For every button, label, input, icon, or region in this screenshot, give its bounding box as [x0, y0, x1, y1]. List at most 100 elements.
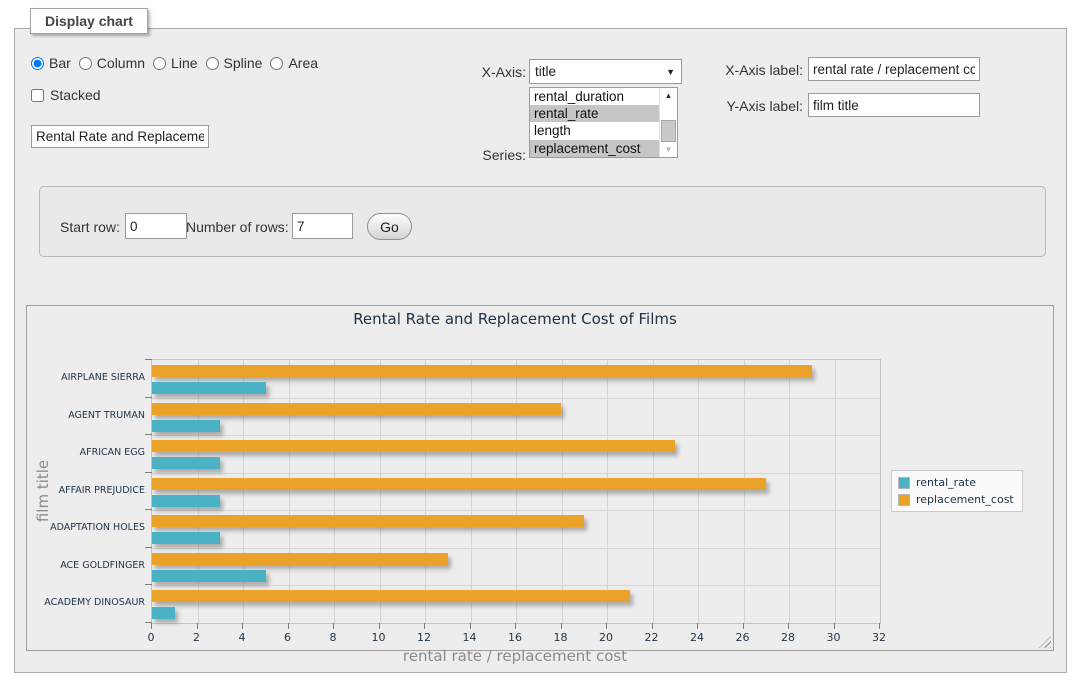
category-label: ACE GOLDFINGER	[31, 560, 145, 572]
row-controls-panel: Start row: Number of rows: Go	[39, 186, 1046, 257]
x-tick-label: 30	[812, 631, 856, 644]
category-label: AGENT TRUMAN	[31, 410, 145, 422]
chart-type-bar[interactable]: Bar	[31, 55, 71, 71]
series-option-replacement_cost[interactable]: replacement_cost	[530, 140, 659, 157]
xaxis-label-input[interactable]	[808, 57, 980, 81]
dropdown-arrow-icon: ▼	[666, 67, 675, 77]
chart-type-column[interactable]: Column	[79, 55, 145, 71]
gridline	[152, 585, 880, 586]
y-tick-mark	[145, 434, 152, 435]
x-tick-label: 24	[675, 631, 719, 644]
go-button[interactable]: Go	[367, 213, 412, 240]
chart-type-radio-column[interactable]	[79, 57, 92, 70]
category-label: ACADEMY DINOSAUR	[31, 597, 145, 609]
chart-type-radio-spline[interactable]	[206, 57, 219, 70]
gridline	[789, 360, 790, 623]
bar-rental-rate	[152, 607, 175, 619]
x-tick-mark	[743, 623, 744, 629]
chart-legend: rental_ratereplacement_cost	[891, 470, 1023, 512]
gridline	[562, 360, 563, 623]
scroll-up-icon[interactable]: ▲	[660, 88, 677, 103]
chart-title: Rental Rate and Replacement Cost of Film…	[151, 310, 879, 328]
chart-type-radio-line[interactable]	[153, 57, 166, 70]
chart-type-label: Column	[97, 55, 145, 71]
xaxis-select[interactable]: title ▼	[529, 59, 682, 84]
y-tick-mark	[145, 397, 152, 398]
gridline	[380, 360, 381, 623]
xaxis-select-value: title	[535, 64, 556, 79]
gridline	[152, 473, 880, 474]
chart-type-radio-area[interactable]	[270, 57, 283, 70]
gridline	[243, 360, 244, 623]
x-tick-label: 4	[220, 631, 264, 644]
gridline	[198, 360, 199, 623]
bar-replacement-cost	[152, 515, 584, 527]
bar-rental-rate	[152, 382, 266, 394]
gridline	[744, 360, 745, 623]
bar-replacement-cost	[152, 478, 766, 490]
bar-rental-rate	[152, 457, 220, 469]
gridline	[334, 360, 335, 623]
category-label: AFRICAN EGG	[31, 447, 145, 459]
x-tick-label: 26	[721, 631, 765, 644]
chart-type-spline[interactable]: Spline	[206, 55, 263, 71]
legend-label: replacement_cost	[916, 493, 1014, 506]
gridline	[425, 360, 426, 623]
gridline	[653, 360, 654, 623]
x-tick-mark	[515, 623, 516, 629]
gridline	[516, 360, 517, 623]
x-tick-mark	[834, 623, 835, 629]
x-tick-label: 22	[630, 631, 674, 644]
x-tick-label: 10	[357, 631, 401, 644]
x-tick-label: 18	[539, 631, 583, 644]
x-tick-label: 14	[448, 631, 492, 644]
bar-rental-rate	[152, 420, 220, 432]
bar-replacement-cost	[152, 403, 561, 415]
start-row-input[interactable]	[125, 213, 187, 239]
scroll-down-icon[interactable]: ▼	[660, 142, 677, 157]
gridline	[152, 548, 880, 549]
x-tick-label: 16	[493, 631, 537, 644]
page: Display chart BarColumnLineSplineArea St…	[0, 0, 1081, 681]
series-listbox[interactable]: rental_durationrental_ratelengthreplacem…	[529, 87, 678, 158]
chart-title-input[interactable]	[31, 125, 209, 148]
num-rows-input[interactable]	[292, 213, 353, 239]
series-option-length[interactable]: length	[530, 122, 659, 139]
bar-rental-rate	[152, 570, 266, 582]
display-chart-panel: Display chart BarColumnLineSplineArea St…	[14, 28, 1067, 673]
x-tick-mark	[470, 623, 471, 629]
x-tick-mark	[379, 623, 380, 629]
chart-type-area[interactable]: Area	[270, 55, 318, 71]
x-tick-mark	[288, 623, 289, 629]
x-tick-label: 28	[766, 631, 810, 644]
x-tick-mark	[424, 623, 425, 629]
chart-type-line[interactable]: Line	[153, 55, 197, 71]
stacked-checkbox-row[interactable]: Stacked	[31, 87, 101, 103]
bar-rental-rate	[152, 532, 220, 544]
y-tick-mark	[145, 547, 152, 548]
num-rows-label: Number of rows:	[186, 219, 289, 235]
gridline	[152, 510, 880, 511]
scrollbar-thumb[interactable]	[661, 120, 676, 142]
legend-swatch	[898, 477, 910, 489]
gridline	[152, 398, 880, 399]
x-tick-mark	[242, 623, 243, 629]
x-tick-mark	[561, 623, 562, 629]
x-tick-label: 32	[857, 631, 901, 644]
scrollbar-track[interactable]	[660, 103, 677, 142]
bar-replacement-cost	[152, 440, 675, 452]
listbox-scrollbar[interactable]: ▲ ▼	[659, 88, 677, 157]
x-tick-mark	[697, 623, 698, 629]
series-option-rental_duration[interactable]: rental_duration	[530, 88, 659, 105]
y-tick-mark	[145, 622, 152, 623]
resize-handle-icon[interactable]	[1039, 636, 1051, 648]
chart-container: Rental Rate and Replacement Cost of Film…	[26, 305, 1054, 651]
chart-type-radio-bar[interactable]	[31, 57, 44, 70]
yaxis-label-input[interactable]	[808, 93, 980, 117]
legend-item: replacement_cost	[898, 493, 1014, 506]
series-option-rental_rate[interactable]: rental_rate	[530, 105, 659, 122]
series-options: rental_durationrental_ratelengthreplacem…	[530, 88, 659, 157]
x-tick-label: 2	[175, 631, 219, 644]
stacked-checkbox[interactable]	[31, 89, 44, 102]
plot-area	[151, 359, 881, 624]
